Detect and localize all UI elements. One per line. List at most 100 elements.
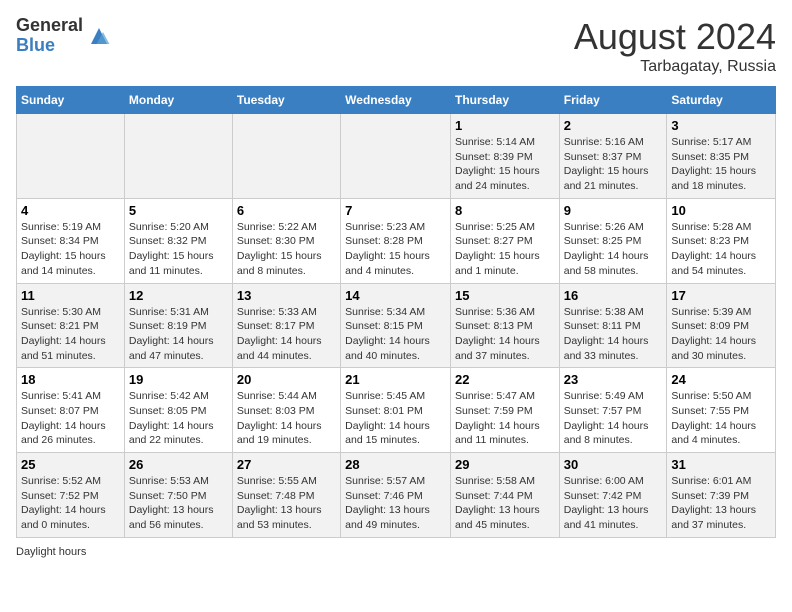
day-info: Sunrise: 5:36 AM Sunset: 8:13 PM Dayligh… [455, 305, 555, 364]
calendar-cell [232, 114, 340, 199]
calendar-cell: 14 Sunrise: 5:34 AM Sunset: 8:15 PM Dayli… [341, 283, 451, 368]
header-day: Sunday [17, 87, 125, 114]
day-info: Sunrise: 5:52 AM Sunset: 7:52 PM Dayligh… [21, 474, 120, 533]
calendar-cell [17, 114, 125, 199]
calendar-week-row: 25 Sunrise: 5:52 AM Sunset: 7:52 PM Dayli… [17, 453, 776, 538]
day-info: Sunrise: 5:26 AM Sunset: 8:25 PM Dayligh… [564, 220, 663, 279]
day-number: 2 [564, 118, 663, 133]
day-info: Sunrise: 5:39 AM Sunset: 8:09 PM Dayligh… [671, 305, 771, 364]
day-number: 25 [21, 457, 120, 472]
calendar-cell: 4Sunrise: 5:19 AM Sunset: 8:34 PM Daylig… [17, 198, 125, 283]
day-number: 27 [237, 457, 336, 472]
day-info: Sunrise: 5:55 AM Sunset: 7:48 PM Dayligh… [237, 474, 336, 533]
header-day: Friday [559, 87, 667, 114]
calendar-cell: 10 Sunrise: 5:28 AM Sunset: 8:23 PM Dayli… [667, 198, 776, 283]
header-day: Tuesday [232, 87, 340, 114]
calendar-cell: 3 Sunrise: 5:17 AM Sunset: 8:35 PM Daylig… [667, 114, 776, 199]
day-number: 3 [671, 118, 771, 133]
calendar-cell: 9 Sunrise: 5:26 AM Sunset: 8:25 PM Daylig… [559, 198, 667, 283]
day-number: 30 [564, 457, 663, 472]
day-number: 31 [671, 457, 771, 472]
day-number: 4 [21, 203, 120, 218]
title-block: August 2024 Tarbagatay, Russia [574, 16, 776, 76]
day-info: Sunrise: 5:45 AM Sunset: 8:01 PM Dayligh… [345, 389, 446, 448]
calendar-cell: 25 Sunrise: 5:52 AM Sunset: 7:52 PM Dayli… [17, 453, 125, 538]
calendar-week-row: 4Sunrise: 5:19 AM Sunset: 8:34 PM Daylig… [17, 198, 776, 283]
day-info: Sunrise: 6:01 AM Sunset: 7:39 PM Dayligh… [671, 474, 771, 533]
calendar-cell [341, 114, 451, 199]
day-number: 15 [455, 288, 555, 303]
footer-note: Daylight hours [16, 546, 776, 558]
page-header: General Blue August 2024 Tarbagatay, Rus… [16, 16, 776, 76]
day-info: Sunrise: 5:25 AM Sunset: 8:27 PM Dayligh… [455, 220, 555, 279]
calendar-cell: 21 Sunrise: 5:45 AM Sunset: 8:01 PM Dayli… [341, 368, 451, 453]
calendar-cell: 29Sunrise: 5:58 AM Sunset: 7:44 PM Dayli… [450, 453, 559, 538]
calendar-cell: 20 Sunrise: 5:44 AM Sunset: 8:03 PM Dayli… [232, 368, 340, 453]
day-number: 24 [671, 372, 771, 387]
day-info: Sunrise: 5:42 AM Sunset: 8:05 PM Dayligh… [129, 389, 228, 448]
calendar-cell: 30Sunrise: 6:00 AM Sunset: 7:42 PM Dayli… [559, 453, 667, 538]
day-info: Sunrise: 5:49 AM Sunset: 7:57 PM Dayligh… [564, 389, 663, 448]
day-info: Sunrise: 5:16 AM Sunset: 8:37 PM Dayligh… [564, 135, 663, 194]
day-info: Sunrise: 5:44 AM Sunset: 8:03 PM Dayligh… [237, 389, 336, 448]
day-number: 22 [455, 372, 555, 387]
day-info: Sunrise: 5:34 AM Sunset: 8:15 PM Dayligh… [345, 305, 446, 364]
day-number: 26 [129, 457, 228, 472]
calendar-cell [124, 114, 232, 199]
day-number: 6 [237, 203, 336, 218]
day-info: Sunrise: 5:41 AM Sunset: 8:07 PM Dayligh… [21, 389, 120, 448]
month-title: August 2024 [574, 16, 776, 58]
logo-general: General [16, 16, 83, 36]
calendar-cell: 19Sunrise: 5:42 AM Sunset: 8:05 PM Dayli… [124, 368, 232, 453]
calendar-cell: 24Sunrise: 5:50 AM Sunset: 7:55 PM Dayli… [667, 368, 776, 453]
day-info: Sunrise: 5:14 AM Sunset: 8:39 PM Dayligh… [455, 135, 555, 194]
day-info: Sunrise: 5:17 AM Sunset: 8:35 PM Dayligh… [671, 135, 771, 194]
day-info: Sunrise: 5:28 AM Sunset: 8:23 PM Dayligh… [671, 220, 771, 279]
calendar-cell: 12Sunrise: 5:31 AM Sunset: 8:19 PM Dayli… [124, 283, 232, 368]
calendar-body: 1Sunrise: 5:14 AM Sunset: 8:39 PM Daylig… [17, 114, 776, 538]
day-info: Sunrise: 5:57 AM Sunset: 7:46 PM Dayligh… [345, 474, 446, 533]
day-info: Sunrise: 5:20 AM Sunset: 8:32 PM Dayligh… [129, 220, 228, 279]
location-title: Tarbagatay, Russia [574, 58, 776, 76]
header-day: Saturday [667, 87, 776, 114]
day-number: 16 [564, 288, 663, 303]
calendar-cell: 15 Sunrise: 5:36 AM Sunset: 8:13 PM Dayli… [450, 283, 559, 368]
calendar-cell: 16 Sunrise: 5:38 AM Sunset: 8:11 PM Dayli… [559, 283, 667, 368]
calendar-cell: 28 Sunrise: 5:57 AM Sunset: 7:46 PM Dayli… [341, 453, 451, 538]
day-number: 18 [21, 372, 120, 387]
day-info: Sunrise: 5:33 AM Sunset: 8:17 PM Dayligh… [237, 305, 336, 364]
calendar-week-row: 1Sunrise: 5:14 AM Sunset: 8:39 PM Daylig… [17, 114, 776, 199]
day-number: 28 [345, 457, 446, 472]
day-info: Sunrise: 5:23 AM Sunset: 8:28 PM Dayligh… [345, 220, 446, 279]
header-day: Wednesday [341, 87, 451, 114]
day-number: 5 [129, 203, 228, 218]
day-number: 11 [21, 288, 120, 303]
calendar-table: SundayMondayTuesdayWednesdayThursdayFrid… [16, 86, 776, 538]
calendar-cell: 1Sunrise: 5:14 AM Sunset: 8:39 PM Daylig… [450, 114, 559, 199]
calendar-cell: 31 Sunrise: 6:01 AM Sunset: 7:39 PM Dayli… [667, 453, 776, 538]
day-number: 23 [564, 372, 663, 387]
day-info: Sunrise: 5:38 AM Sunset: 8:11 PM Dayligh… [564, 305, 663, 364]
header-row: SundayMondayTuesdayWednesdayThursdayFrid… [17, 87, 776, 114]
logo-icon [87, 24, 111, 48]
day-number: 20 [237, 372, 336, 387]
calendar-cell: 6Sunrise: 5:22 AM Sunset: 8:30 PM Daylig… [232, 198, 340, 283]
calendar-cell: 26Sunrise: 5:53 AM Sunset: 7:50 PM Dayli… [124, 453, 232, 538]
day-number: 10 [671, 203, 771, 218]
day-info: Sunrise: 5:58 AM Sunset: 7:44 PM Dayligh… [455, 474, 555, 533]
day-number: 14 [345, 288, 446, 303]
day-number: 13 [237, 288, 336, 303]
header-day: Monday [124, 87, 232, 114]
calendar-week-row: 18 Sunrise: 5:41 AM Sunset: 8:07 PM Dayli… [17, 368, 776, 453]
logo-text: General Blue [16, 16, 83, 56]
day-number: 8 [455, 203, 555, 218]
day-info: Sunrise: 5:30 AM Sunset: 8:21 PM Dayligh… [21, 305, 120, 364]
day-number: 21 [345, 372, 446, 387]
day-number: 9 [564, 203, 663, 218]
day-number: 7 [345, 203, 446, 218]
calendar-cell: 22Sunrise: 5:47 AM Sunset: 7:59 PM Dayli… [450, 368, 559, 453]
calendar-cell: 7 Sunrise: 5:23 AM Sunset: 8:28 PM Daylig… [341, 198, 451, 283]
day-info: Sunrise: 5:31 AM Sunset: 8:19 PM Dayligh… [129, 305, 228, 364]
calendar-cell: 13 Sunrise: 5:33 AM Sunset: 8:17 PM Dayli… [232, 283, 340, 368]
calendar-cell: 8 Sunrise: 5:25 AM Sunset: 8:27 PM Daylig… [450, 198, 559, 283]
